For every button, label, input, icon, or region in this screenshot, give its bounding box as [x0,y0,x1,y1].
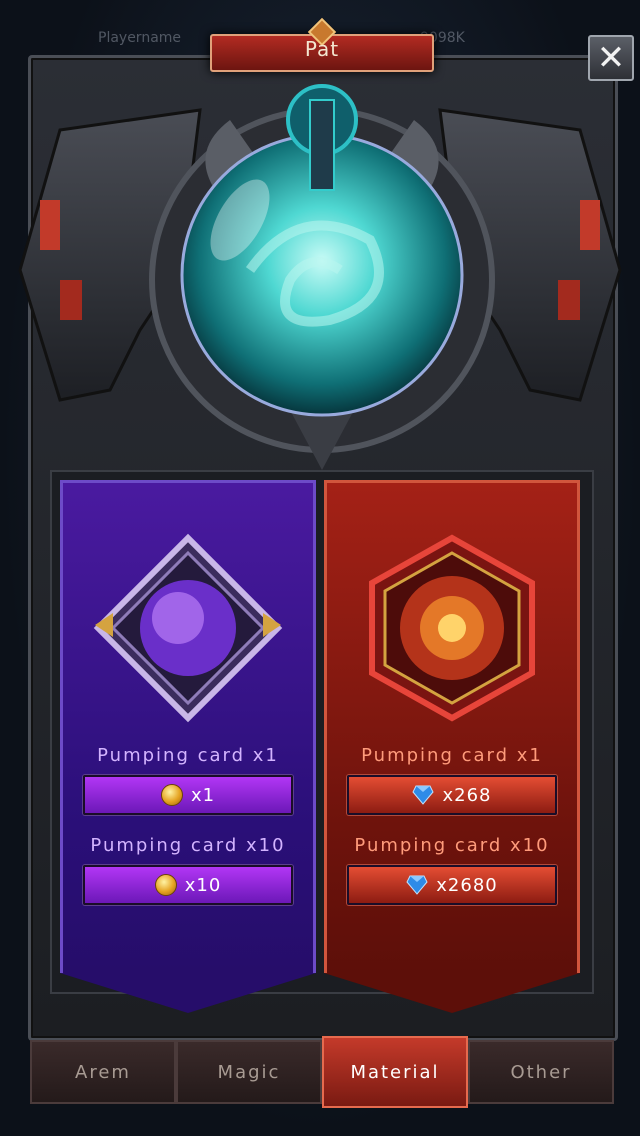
gold-coin-icon [160,784,183,806]
single-pull-label: Pumping card x1 [361,745,543,766]
close-button[interactable]: ✕ [588,35,634,81]
cost-value: x10 [184,874,222,896]
banner-tip [324,973,580,1013]
ten-pull-label: Pumping card x10 [90,835,286,856]
cost-value: x268 [442,784,492,806]
single-pull-diamond-button[interactable]: x268 [347,775,557,815]
tab-material[interactable]: Material [322,1036,468,1108]
orb-artwork [0,70,640,470]
single-pull-coin-button[interactable]: x1 [83,775,293,815]
ten-pull-diamond-button[interactable]: x2680 [347,865,557,905]
diamond-icon [406,875,428,895]
red-summon-banner: Pumping card x1 x268 Pumping card x10 x2… [324,480,580,1013]
diamond-icon [412,785,435,805]
cost-value: x2680 [436,874,498,896]
fire-egg-emblem-icon [357,533,547,723]
tab-other[interactable]: Other [468,1040,614,1104]
ten-pull-label: Pumping card x10 [354,835,550,856]
close-icon: ✕ [596,38,626,78]
tab-arem[interactable]: Arem [30,1040,176,1104]
cost-value: x1 [190,784,216,806]
tab-magic[interactable]: Magic [176,1040,322,1104]
category-tabs: Arem Magic Material Other [28,1036,614,1108]
player-name-ghost: Playername [98,30,182,46]
purple-orb-emblem-icon [93,533,283,723]
ten-pull-coin-button[interactable]: x10 [83,865,293,905]
page-title: Pat [304,37,340,61]
purple-summon-banner: Pumping card x1 x1 Pumping card x10 x10 [60,480,316,1013]
gold-coin-icon [154,874,177,896]
title-plate: Pat [190,17,450,72]
banner-tip [60,973,316,1013]
single-pull-label: Pumping card x1 [97,745,279,766]
